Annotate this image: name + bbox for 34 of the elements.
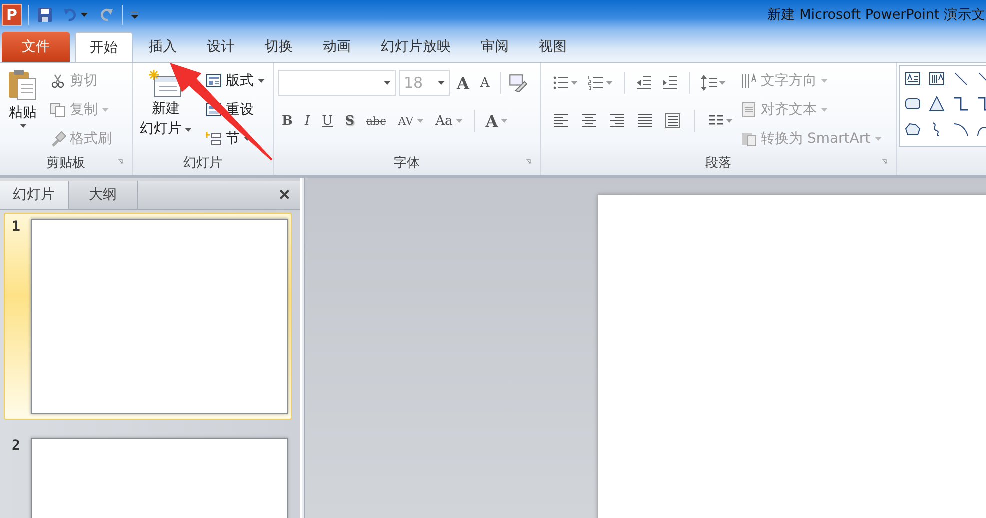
slide-number: 1 xyxy=(12,219,22,237)
format-button[interactable]: abc xyxy=(362,109,390,133)
group-label: 幻灯片 xyxy=(184,155,222,172)
group-label: 字体 xyxy=(394,155,420,172)
ribbon-tab[interactable]: 视图 xyxy=(525,32,581,62)
paste-button[interactable]: 粘贴 xyxy=(4,67,42,151)
group-label: 剪贴板 xyxy=(46,155,86,172)
ribbon-tab[interactable]: 插入 xyxy=(135,32,191,62)
slide-thumbnail-item[interactable]: 2 xyxy=(4,432,292,518)
grow-font-button[interactable]: A xyxy=(453,71,474,95)
ribbon-tab[interactable]: 审阅 xyxy=(467,32,523,62)
format-button[interactable]: Aa xyxy=(432,109,467,133)
ribbon-tab[interactable]: 开始 xyxy=(75,32,133,62)
window-title: 新建 Microsoft PowerPoint 演示文 xyxy=(767,6,986,24)
ribbon-button[interactable]: 节 xyxy=(204,127,267,150)
file-tab[interactable]: 文件 xyxy=(2,32,70,62)
format-button[interactable]: I xyxy=(301,109,314,133)
ribbon-button[interactable]: 版式 xyxy=(204,69,267,92)
ribbon-tab[interactable]: 动画 xyxy=(309,32,365,62)
format-button[interactable]: B xyxy=(278,109,297,133)
slide-number: 2 xyxy=(12,438,22,456)
ribbon-tab[interactable]: 切换 xyxy=(251,32,307,62)
slide-thumbnail-item[interactable]: 1 xyxy=(4,213,292,420)
format-button[interactable]: U xyxy=(318,109,338,133)
ribbon-tab[interactable]: 设计 xyxy=(193,32,249,62)
group-label: 段落 xyxy=(706,155,732,172)
shrink-font-button[interactable]: A xyxy=(476,71,494,95)
format-button[interactable]: AV xyxy=(394,109,428,133)
font-color-button[interactable]: A xyxy=(482,109,512,133)
pane-tab[interactable]: 幻灯片 xyxy=(0,181,69,209)
ribbon-tab[interactable]: 幻灯片放映 xyxy=(367,32,465,62)
format-button[interactable]: S xyxy=(341,109,358,133)
pane-tab[interactable]: 大纲 xyxy=(69,181,138,209)
app-logo: P xyxy=(2,4,22,26)
